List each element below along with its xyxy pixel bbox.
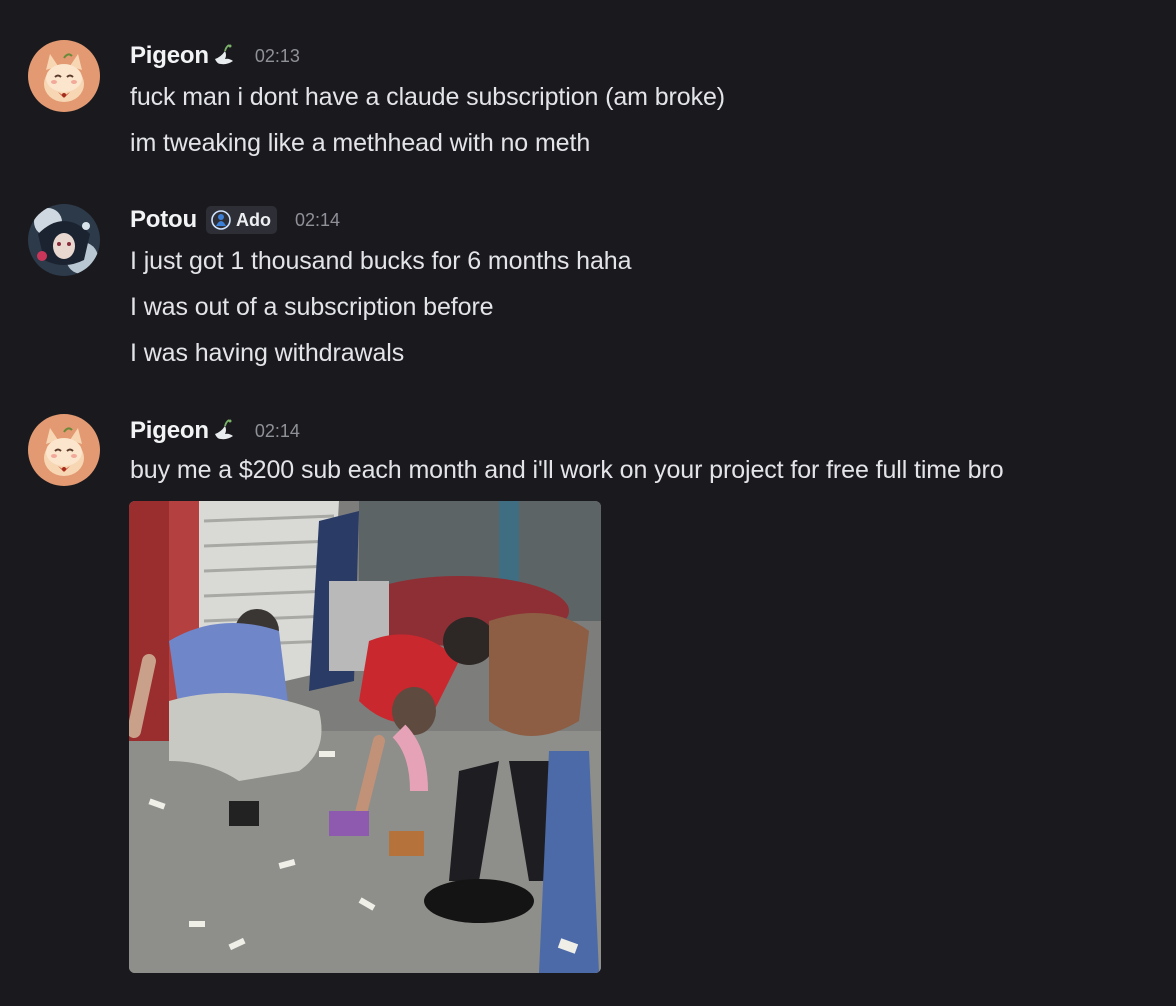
message-list: Pigeon 02:13 fuck man i dont have a clau…: [0, 0, 1176, 1006]
avatar[interactable]: [28, 414, 100, 486]
message-header: Potou Ado 02:14: [130, 202, 340, 238]
message-text: I was having withdrawals: [130, 339, 405, 367]
gif-attachment[interactable]: [129, 501, 601, 973]
anime-avatar-icon: [28, 204, 100, 276]
avatar[interactable]: [28, 204, 100, 276]
message-text: im tweaking like a methhead with no meth: [130, 129, 591, 157]
message-text: I was out of a subscription before: [130, 293, 494, 321]
username[interactable]: Potou: [130, 206, 197, 234]
guild-tag[interactable]: Ado: [205, 206, 277, 234]
username[interactable]: Pigeon: [130, 42, 209, 70]
timestamp[interactable]: 02:13: [255, 46, 300, 67]
timestamp[interactable]: 02:14: [255, 421, 300, 442]
guild-tag-icon: [211, 210, 231, 230]
message-header: Pigeon 02:13: [130, 38, 300, 74]
avatar[interactable]: [28, 40, 100, 112]
cat-avatar-icon: [28, 40, 100, 112]
dove-icon: [214, 44, 233, 65]
message-text: buy me a $200 sub each month and i'll wo…: [130, 456, 1004, 484]
username[interactable]: Pigeon: [130, 417, 209, 445]
street-scene-image: [129, 501, 601, 973]
message-header: Pigeon 02:14: [130, 413, 300, 449]
message-text: I just got 1 thousand bucks for 6 months…: [130, 247, 632, 275]
timestamp[interactable]: 02:14: [295, 210, 340, 231]
dove-icon: [214, 419, 233, 440]
guild-tag-label: Ado: [235, 209, 271, 230]
cat-avatar-icon: [28, 414, 100, 486]
message-text: fuck man i dont have a claude subscripti…: [130, 83, 726, 111]
